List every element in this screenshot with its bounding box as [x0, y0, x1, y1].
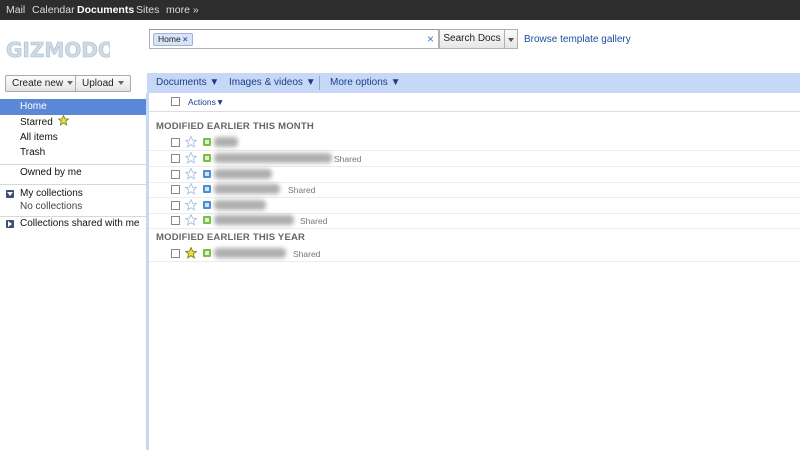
row-checkbox[interactable] — [171, 249, 180, 258]
spreadsheet-icon — [203, 249, 211, 257]
nav-sites[interactable]: Sites — [136, 4, 159, 16]
nav-mail[interactable]: Mail — [6, 4, 25, 16]
filter-toolbar: Documents ▼ Images & videos ▼ More optio… — [147, 73, 800, 93]
table-row[interactable]: Shared — [149, 246, 800, 262]
sidebar-item-starred[interactable]: Starred — [0, 114, 146, 131]
document-title[interactable] — [214, 248, 286, 258]
no-collections-text: No collections — [20, 201, 83, 212]
document-icon — [203, 185, 211, 193]
table-row[interactable] — [149, 198, 800, 214]
star-icon[interactable] — [185, 183, 197, 195]
remove-chip-icon[interactable]: × — [183, 34, 188, 44]
row-checkbox[interactable] — [171, 185, 180, 194]
images-videos-filter-menu[interactable]: Images & videos ▼ — [229, 77, 316, 88]
row-checkbox[interactable] — [171, 138, 180, 147]
star-icon[interactable] — [185, 199, 197, 211]
sidebar-item-collections-shared[interactable]: Collections shared with me — [0, 216, 146, 232]
document-title[interactable] — [214, 153, 332, 163]
create-new-label: Create new — [12, 78, 64, 89]
search-input[interactable]: Home × × — [149, 29, 439, 49]
star-icon[interactable] — [185, 247, 197, 259]
star-icon[interactable] — [185, 152, 197, 164]
search-docs-button[interactable]: Search Docs — [439, 29, 505, 49]
select-all-checkbox[interactable] — [171, 97, 180, 106]
sidebar-item-owned-by-me[interactable]: Owned by me — [0, 165, 146, 181]
star-icon[interactable] — [185, 214, 197, 226]
logo-text: GIZMODO — [6, 38, 110, 62]
chevron-down-icon — [117, 81, 124, 86]
sidebar-item-label: Starred — [20, 117, 53, 128]
toolbar-divider — [319, 76, 320, 90]
create-new-button[interactable]: Create new — [5, 75, 81, 92]
table-row[interactable]: Shared — [149, 213, 800, 229]
document-icon — [203, 170, 211, 178]
nav-documents[interactable]: Documents — [77, 4, 134, 16]
nav-calendar[interactable]: Calendar — [32, 4, 75, 16]
star-icon[interactable] — [185, 136, 197, 148]
top-nav-bar: Mail Calendar Documents Sites more » — [0, 0, 800, 20]
upload-button[interactable]: Upload — [75, 75, 131, 92]
row-checkbox[interactable] — [171, 170, 180, 179]
row-checkbox[interactable] — [171, 216, 180, 225]
actions-menu[interactable]: Actions▼ — [188, 97, 224, 107]
star-icon — [57, 114, 70, 126]
gizmodo-logo[interactable]: GIZMODO — [5, 37, 110, 63]
more-options-menu[interactable]: More options ▼ — [330, 77, 400, 88]
star-icon[interactable] — [185, 168, 197, 180]
shared-label: Shared — [300, 216, 328, 226]
sidebar-divider — [0, 184, 146, 185]
browse-template-gallery-link[interactable]: Browse template gallery — [524, 34, 631, 45]
spreadsheet-icon — [203, 154, 211, 162]
sidebar-item-all-items[interactable]: All items — [0, 130, 146, 146]
table-row[interactable] — [149, 135, 800, 151]
clear-icon[interactable]: × — [427, 32, 434, 46]
document-icon — [203, 201, 211, 209]
shared-label: Shared — [288, 185, 316, 195]
list-header-divider — [149, 111, 800, 112]
document-title[interactable] — [214, 200, 266, 210]
spreadsheet-icon — [203, 138, 211, 146]
shared-label: Shared — [293, 249, 321, 259]
section-header: MODIFIED EARLIER THIS MONTH — [156, 121, 314, 132]
documents-filter-menu[interactable]: Documents ▼ — [156, 77, 219, 88]
search-chip-label: Home — [158, 34, 181, 44]
sidebar-item-home[interactable]: Home — [0, 99, 146, 115]
document-title[interactable] — [214, 184, 280, 194]
upload-label: Upload — [82, 78, 114, 89]
search-scope-chip[interactable]: Home × — [153, 33, 193, 46]
row-checkbox[interactable] — [171, 201, 180, 210]
document-title[interactable] — [214, 215, 294, 225]
row-checkbox[interactable] — [171, 154, 180, 163]
table-row[interactable] — [149, 167, 800, 183]
spreadsheet-icon — [203, 216, 211, 224]
table-row[interactable]: Shared — [149, 182, 800, 198]
shared-label: Shared — [334, 154, 362, 164]
document-title[interactable] — [214, 169, 272, 179]
table-row[interactable]: Shared — [149, 151, 800, 167]
search-options-dropdown[interactable] — [505, 29, 518, 49]
chevron-down-icon — [67, 81, 74, 86]
document-title[interactable] — [214, 137, 238, 147]
nav-more[interactable]: more » — [166, 4, 199, 16]
section-header: MODIFIED EARLIER THIS YEAR — [156, 232, 306, 243]
sidebar-item-trash[interactable]: Trash — [0, 145, 146, 161]
